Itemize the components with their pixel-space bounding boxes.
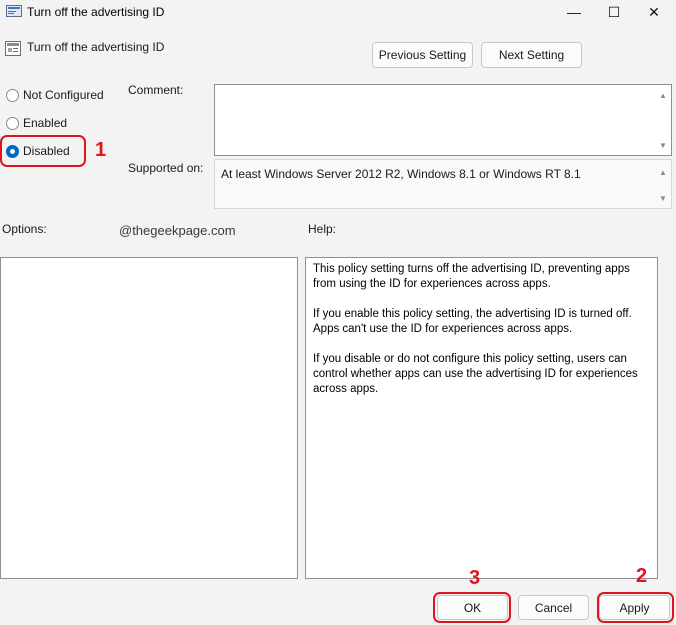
comment-textarea[interactable]: ▲ ▼ bbox=[214, 84, 672, 156]
annotation-highlight-apply bbox=[597, 592, 674, 623]
watermark-text: @thegeekpage.com bbox=[119, 223, 236, 238]
minimize-button[interactable]: — bbox=[556, 0, 592, 24]
comment-scroll-up-icon[interactable]: ▲ bbox=[657, 89, 669, 101]
next-setting-button[interactable]: Next Setting bbox=[481, 42, 582, 68]
annotation-step-3: 3 bbox=[469, 567, 481, 589]
annotation-highlight-disabled bbox=[0, 135, 86, 167]
options-label: Options: bbox=[2, 222, 47, 236]
policy-doc-icon bbox=[6, 5, 22, 19]
help-pane: This policy setting turns off the advert… bbox=[305, 257, 658, 579]
radio-not-configured[interactable]: Not Configured bbox=[6, 88, 104, 102]
setting-icon bbox=[5, 41, 21, 56]
radio-enabled-label: Enabled bbox=[23, 116, 68, 130]
help-paragraph: This policy setting turns off the advert… bbox=[313, 263, 630, 290]
supported-scroll-up-icon[interactable]: ▲ bbox=[657, 166, 669, 178]
help-paragraph: If you enable this policy setting, the a… bbox=[313, 308, 632, 335]
annotation-step-2: 2 bbox=[636, 565, 648, 587]
comment-label: Comment: bbox=[128, 83, 184, 97]
policy-name: Turn off the advertising ID bbox=[27, 40, 165, 54]
help-paragraph: If you disable or do not configure this … bbox=[313, 353, 638, 395]
supported-scroll-down-icon[interactable]: ▼ bbox=[657, 192, 669, 204]
help-label: Help: bbox=[308, 222, 337, 236]
supported-on-label: Supported on: bbox=[128, 161, 204, 175]
cancel-button[interactable]: Cancel bbox=[518, 595, 589, 620]
title-bar: Turn off the advertising ID — ☐ ✕ bbox=[0, 0, 676, 24]
options-pane bbox=[0, 257, 298, 579]
radio-not-configured-indicator[interactable] bbox=[6, 88, 19, 102]
radio-enabled[interactable]: Enabled bbox=[6, 116, 67, 130]
comment-scroll-down-icon[interactable]: ▼ bbox=[657, 139, 669, 151]
supported-on-box: At least Windows Server 2012 R2, Windows… bbox=[214, 159, 672, 209]
maximize-button[interactable]: ☐ bbox=[596, 0, 632, 24]
previous-setting-button[interactable]: Previous Setting bbox=[372, 42, 473, 68]
supported-on-value: At least Windows Server 2012 R2, Windows… bbox=[221, 167, 581, 181]
radio-not-configured-label: Not Configured bbox=[23, 88, 104, 102]
close-button[interactable]: ✕ bbox=[636, 0, 672, 24]
annotation-step-1: 1 bbox=[95, 139, 107, 161]
window-title: Turn off the advertising ID bbox=[27, 5, 165, 19]
radio-enabled-indicator[interactable] bbox=[6, 116, 19, 130]
annotation-highlight-ok bbox=[433, 592, 511, 623]
